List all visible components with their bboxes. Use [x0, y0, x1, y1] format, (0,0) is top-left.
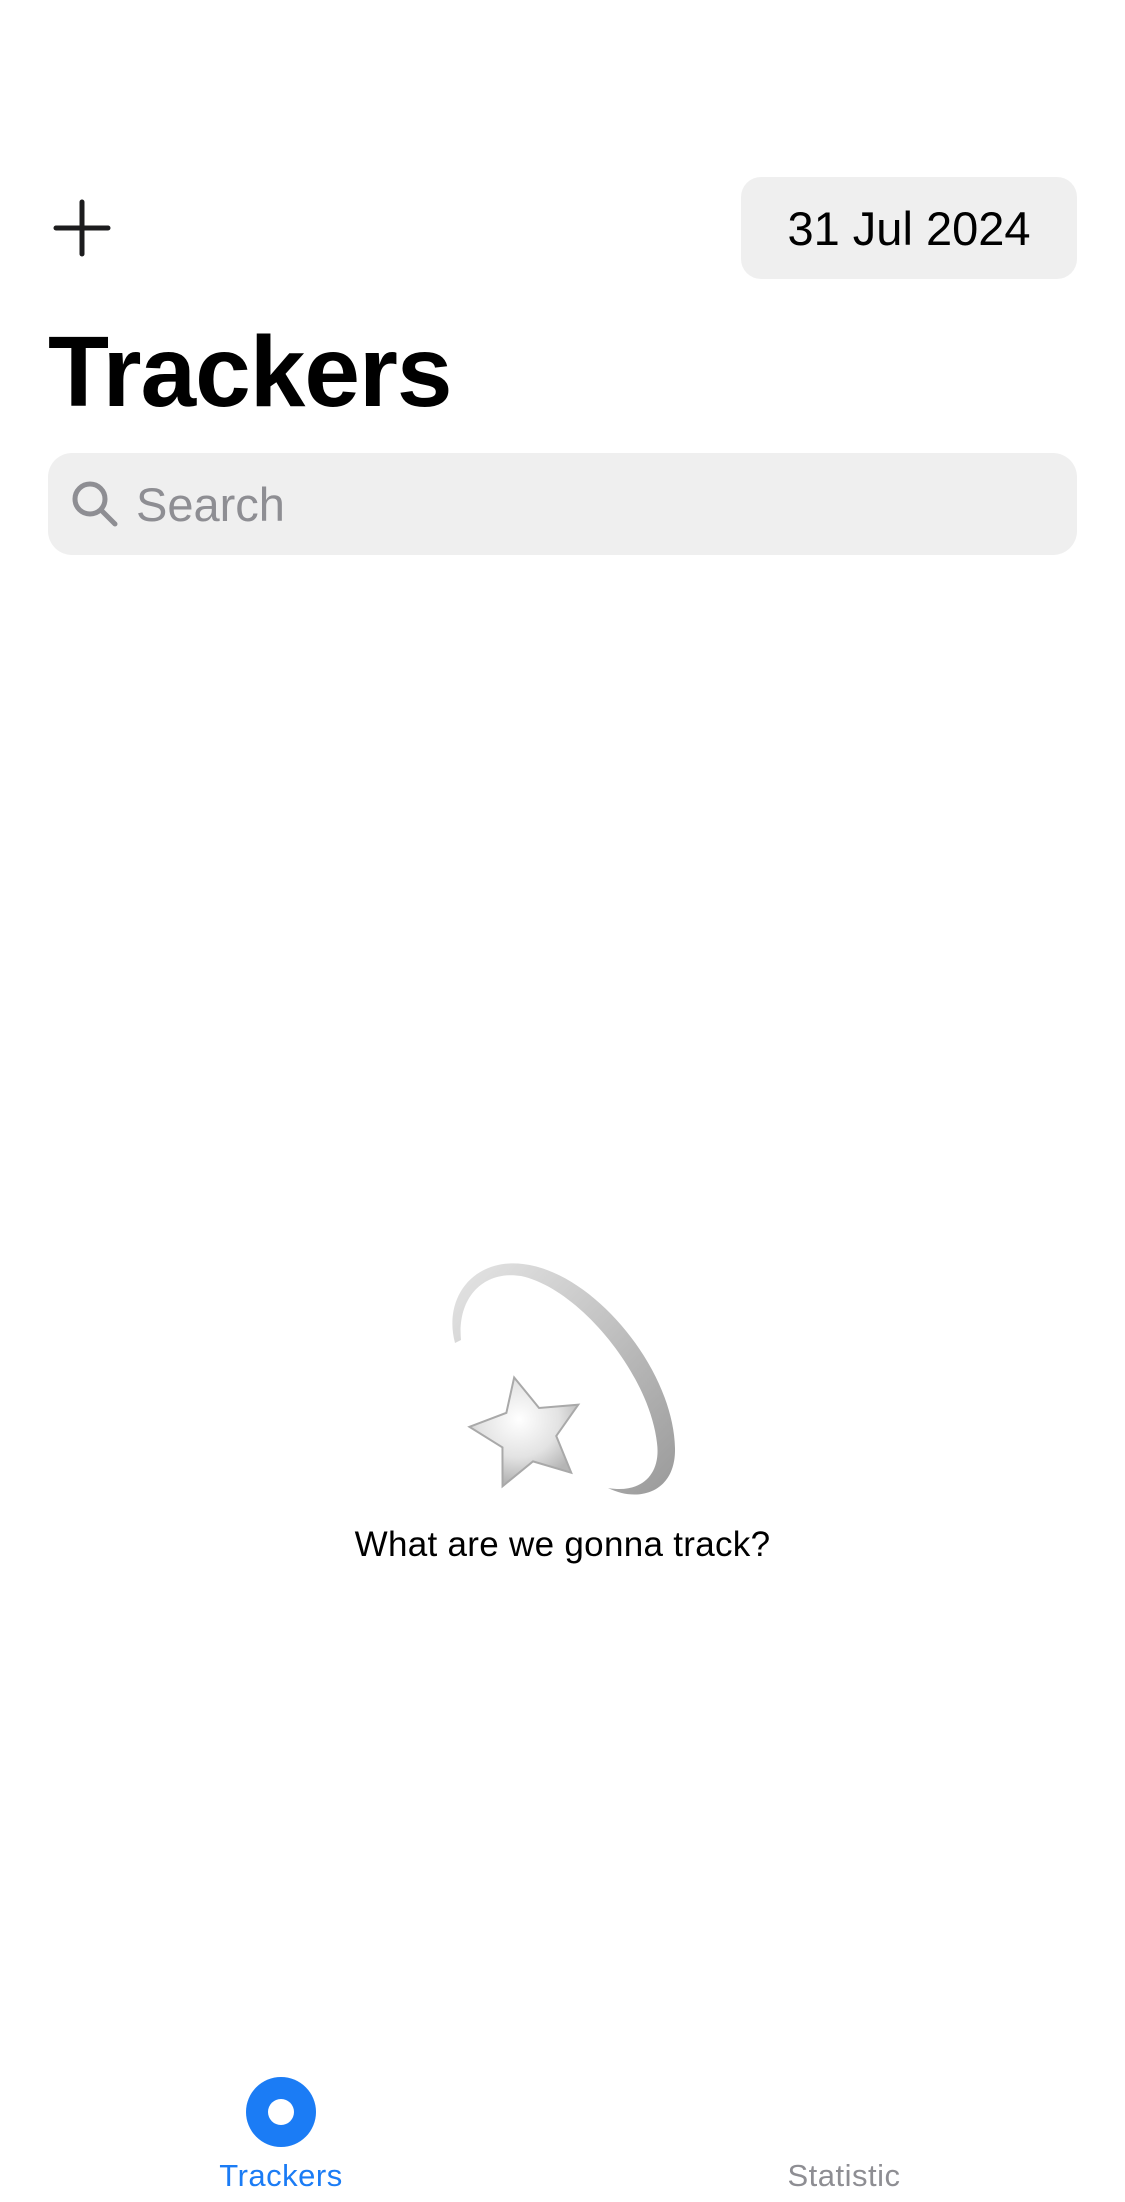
tab-statistic[interactable]: Statistic	[694, 2060, 994, 2202]
page-title: Trackers	[48, 316, 452, 428]
shooting-star-icon	[443, 1258, 683, 1503]
search-bar[interactable]	[48, 453, 1077, 555]
empty-state: What are we gonna track?	[0, 1258, 1125, 1565]
trackers-circle-icon	[245, 2076, 317, 2148]
date-picker-button[interactable]: 31 Jul 2024	[741, 177, 1077, 279]
tab-trackers[interactable]: Trackers	[131, 2060, 431, 2202]
plus-icon	[50, 196, 114, 260]
date-label: 31 Jul 2024	[787, 201, 1031, 255]
search-icon	[70, 479, 120, 529]
tab-label: Statistic	[787, 2158, 901, 2193]
empty-state-message: What are we gonna track?	[354, 1525, 771, 1564]
tab-bar: Trackers Statistic	[0, 2060, 1125, 2202]
tab-label: Trackers	[219, 2158, 343, 2193]
statistic-icon	[808, 2076, 880, 2148]
search-input[interactable]	[136, 459, 1036, 549]
add-tracker-button[interactable]	[50, 196, 114, 260]
